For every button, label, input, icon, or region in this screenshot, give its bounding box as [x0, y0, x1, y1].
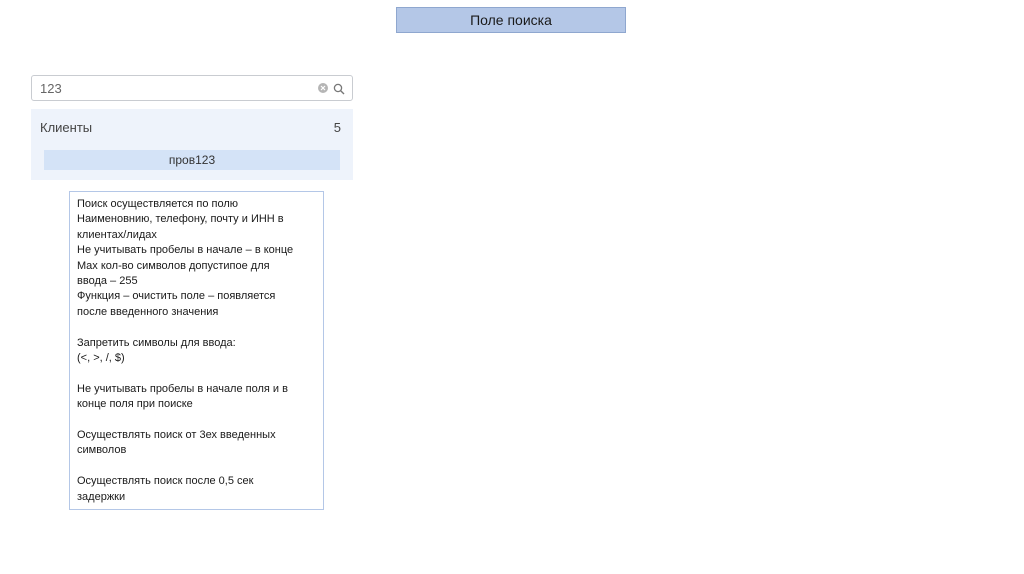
search-field[interactable]	[31, 75, 353, 101]
note-paragraph: Поиск осуществляется по полю Наименовнию…	[77, 198, 294, 318]
result-item-label: пров123	[168, 153, 216, 167]
search-results-dropdown: Клиенты 5 пров123	[31, 109, 353, 180]
results-group-label: Клиенты	[40, 120, 93, 135]
page-title: Поле поиска	[396, 7, 626, 33]
results-count: 5	[333, 120, 341, 135]
result-item[interactable]: пров123	[44, 150, 340, 170]
search-input[interactable]	[40, 79, 310, 97]
search-icon[interactable]	[333, 82, 345, 95]
note-paragraph: Не учитывать пробелы в начале поля и в к…	[77, 382, 288, 411]
note-paragraph: Осуществлять поиск после 0,5 сек задержк…	[77, 475, 254, 503]
page-title-text: Поле поиска	[470, 12, 552, 28]
clear-icon[interactable]	[318, 83, 328, 93]
note-paragraph: Осуществлять поиск от 3ех введенных симв…	[77, 429, 276, 457]
note-paragraph: Запретить символы для ввода: (<, >, /, $…	[77, 336, 236, 365]
requirements-note: Поиск осуществляется по полю Наименовнию…	[69, 191, 324, 510]
